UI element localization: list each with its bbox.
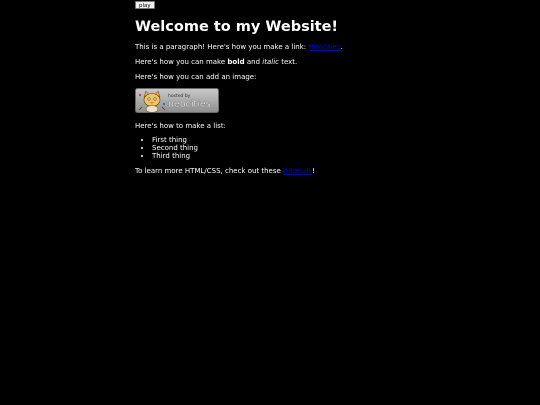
list-item: Third thing [152,152,198,160]
badge-brand-text: neocities [168,99,211,110]
paragraph-format-suffix: text. [278,58,298,66]
paragraph-list: Here's how to make a list: [135,122,226,130]
paragraph-learn: To learn more HTML/CSS, check out these … [135,167,315,176]
paragraph-learn-suffix: ! [311,167,315,175]
italic-text: italic [262,58,279,66]
paragraph-format: Here's how you can make bold and italic … [135,58,297,67]
paragraph-link-suffix: . [340,43,343,51]
play-button[interactable]: play [135,1,155,9]
tutorials-link[interactable]: tutorials [283,167,312,175]
example-list: First thing Second thing Third thing [135,136,198,160]
paragraph-link-text: This is a paragraph! Here's how you make… [135,43,309,51]
paragraph-link: This is a paragraph! Here's how you make… [135,43,343,52]
page-title: Welcome to my Website! [135,19,339,35]
neocities-link[interactable]: Neocities [308,43,340,51]
paragraph-learn-text: To learn more HTML/CSS, check out these [135,167,284,175]
bold-text: bold [227,58,245,66]
paragraph-format-middle: and [244,58,263,66]
list-item: First thing [152,136,198,144]
paragraph-format-text: Here's how you can make [135,58,228,66]
hosted-by-neocities-badge[interactable]: hosted by neocities [135,88,219,113]
list-item: Second thing [152,144,198,152]
paragraph-image: Here's how you can add an image: [135,73,257,81]
